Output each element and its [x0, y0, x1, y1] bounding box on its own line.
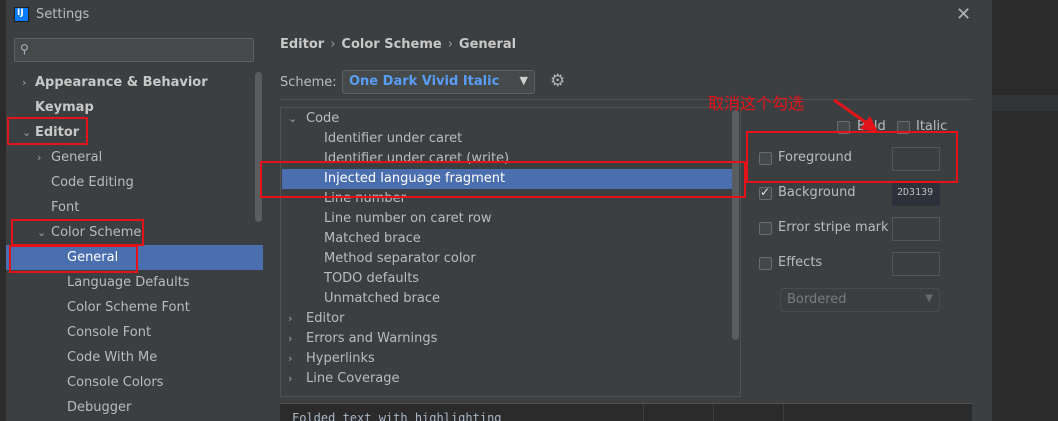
tree-scrollbar[interactable] — [255, 72, 262, 222]
list-item-code[interactable]: ⌄ Code — [282, 109, 734, 129]
highlight-box-color-scheme — [11, 219, 144, 246]
list-item-label: Matched brace — [324, 231, 421, 246]
chevron-right-icon: › — [37, 151, 42, 164]
chevron-down-icon: ⌄ — [288, 112, 298, 125]
error-stripe-checkbox[interactable] — [759, 222, 772, 235]
list-item-label: Line number on caret row — [324, 211, 492, 226]
list-item-label: Code — [306, 111, 340, 126]
preview-pane: Folded text with highlighting — [280, 403, 972, 421]
highlight-box-editor — [7, 117, 88, 145]
list-item-label: Hyperlinks — [306, 351, 375, 366]
tree-item-font[interactable]: Font — [6, 195, 263, 220]
tree-item-label: General — [51, 150, 103, 165]
effect-type-dropdown[interactable]: Bordered ▼ — [780, 288, 940, 312]
highlight-box-injected-fragment — [260, 161, 746, 198]
error-stripe-label: Error stripe mark — [778, 220, 889, 235]
settings-search-input[interactable]: ⚲ — [14, 38, 254, 62]
background-color-value: 2D3139 — [897, 187, 934, 198]
background-label: Background — [778, 185, 856, 200]
tree-item-label: Color Scheme Font — [67, 300, 190, 315]
tree-item-color-scheme-font[interactable]: Color Scheme Font — [6, 295, 263, 320]
tree-item-code-editing[interactable]: Code Editing — [6, 170, 263, 195]
search-icon: ⚲ — [20, 42, 29, 56]
chevron-down-icon: ▼ — [925, 293, 933, 304]
tree-item-label: Console Colors — [67, 375, 164, 390]
list-item-todo-defaults[interactable]: TODO defaults — [282, 269, 734, 289]
preview-divider — [713, 404, 714, 421]
list-item-label: Line Coverage — [306, 371, 400, 386]
breadcrumb-separator: › — [330, 37, 336, 52]
list-item-label: Errors and Warnings — [306, 331, 438, 346]
list-item-label: TODO defaults — [324, 271, 420, 286]
tree-item-label: Language Defaults — [67, 275, 190, 290]
effects-color-swatch[interactable] — [892, 252, 940, 276]
effects-label: Effects — [778, 255, 823, 270]
annotation-arrow-icon — [833, 98, 878, 132]
list-item-line-coverage[interactable]: › Line Coverage — [282, 369, 734, 389]
editor-stripe — [992, 95, 1058, 111]
tree-item-label: Font — [51, 200, 80, 215]
breadcrumb-item: General — [458, 37, 517, 52]
settings-dialog: Settings ✕ ⚲ › Appearance & Behavior Key… — [6, 0, 992, 421]
preview-text: Folded text with highlighting — [292, 411, 502, 421]
tree-item-label: Appearance & Behavior — [35, 75, 208, 90]
tree-item-general[interactable]: › General — [6, 145, 263, 170]
gear-icon[interactable]: ⚙ — [550, 71, 565, 91]
background-color-swatch[interactable]: 2D3139 — [892, 182, 940, 206]
chevron-right-icon: › — [22, 76, 27, 89]
list-item-label: Method separator color — [324, 251, 476, 266]
title-bar: Settings ✕ — [6, 0, 992, 30]
list-item-identifier-under-caret[interactable]: Identifier under caret — [282, 129, 734, 149]
close-icon[interactable]: ✕ — [956, 4, 971, 25]
background-checkbox[interactable] — [759, 185, 772, 200]
element-list: ⌄ Code Identifier under caret Identifier… — [280, 107, 741, 397]
list-item-hyperlinks[interactable]: › Hyperlinks — [282, 349, 734, 369]
list-item-label: Identifier under caret — [324, 131, 463, 146]
window-title: Settings — [36, 7, 90, 22]
scheme-dropdown[interactable]: One Dark Vivid Italic ▼ — [342, 70, 535, 94]
tree-item-debugger[interactable]: Debugger — [6, 395, 263, 420]
tree-item-label: Console Font — [67, 325, 152, 340]
annotation-text: 取消这个勾选 — [708, 94, 805, 113]
preview-divider — [643, 404, 644, 421]
breadcrumb-separator: › — [447, 37, 453, 52]
list-item-editor[interactable]: › Editor — [282, 309, 734, 329]
chevron-right-icon: › — [288, 332, 293, 345]
tree-item-label: Debugger — [67, 400, 132, 415]
error-stripe-color-swatch[interactable] — [892, 217, 940, 241]
scheme-label: Scheme: — [280, 75, 337, 90]
tree-item-console-font[interactable]: Console Font — [6, 320, 263, 345]
chevron-right-icon: › — [288, 372, 293, 385]
list-item-label: Unmatched brace — [324, 291, 440, 306]
tree-item-code-with-me[interactable]: Code With Me — [6, 345, 263, 370]
effect-type-value: Bordered — [787, 292, 847, 307]
list-item-errors-and-warnings[interactable]: › Errors and Warnings — [282, 329, 734, 349]
breadcrumb-item: Editor — [280, 37, 325, 52]
list-item-matched-brace[interactable]: Matched brace — [282, 229, 734, 249]
chevron-down-icon: ▼ — [519, 74, 528, 87]
tree-item-label: Code Editing — [51, 175, 134, 190]
highlight-box-foreground — [746, 131, 958, 183]
preview-divider — [783, 404, 784, 421]
list-item-line-number-caret-row[interactable]: Line number on caret row — [282, 209, 734, 229]
breadcrumb-item: Color Scheme — [341, 37, 442, 52]
chevron-right-icon: › — [288, 312, 293, 325]
effects-checkbox[interactable] — [759, 257, 772, 270]
list-item-unmatched-brace[interactable]: Unmatched brace — [282, 289, 734, 309]
list-item-label: Editor — [306, 311, 345, 326]
scheme-value: One Dark Vivid Italic — [349, 74, 500, 89]
tree-item-appearance-behavior[interactable]: › Appearance & Behavior — [6, 70, 263, 95]
highlight-box-general — [9, 245, 138, 273]
editor-background-right — [992, 0, 1058, 421]
chevron-right-icon: › — [288, 352, 293, 365]
list-item-method-separator-color[interactable]: Method separator color — [282, 249, 734, 269]
breadcrumb: Editor › Color Scheme › General — [280, 37, 516, 52]
tree-item-label: Code With Me — [67, 350, 158, 365]
tree-item-console-colors[interactable]: Console Colors — [6, 370, 263, 395]
tree-item-language-defaults[interactable]: Language Defaults — [6, 270, 263, 295]
list-scrollbar[interactable] — [732, 110, 739, 340]
intellij-logo-icon — [14, 7, 29, 22]
